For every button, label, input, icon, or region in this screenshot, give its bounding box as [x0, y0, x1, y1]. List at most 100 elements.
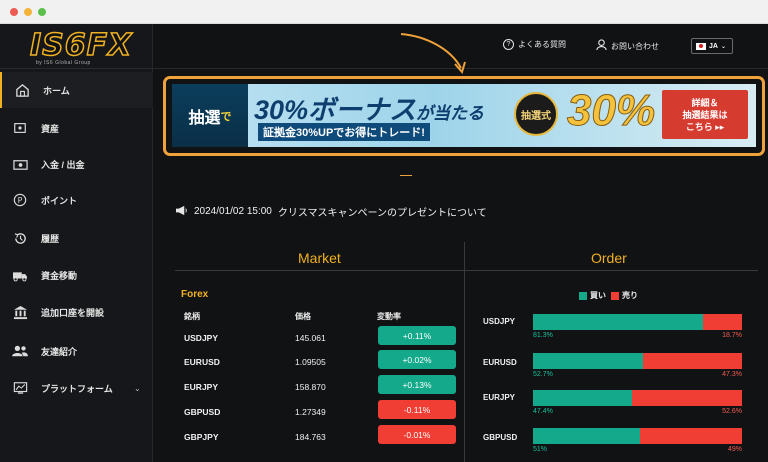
sidebar-item-history[interactable]: 履歴	[0, 220, 153, 256]
sidebar-item-label: プラットフォーム	[41, 383, 113, 394]
banner-subline: 証拠金30%UPでお得にトレード!	[258, 123, 430, 141]
sidebar-item-label: 追加口座を開設	[41, 307, 105, 318]
order-row[interactable]: EURUSD 52.7% 47.3%	[465, 353, 768, 387]
news-date: 2024/01/02 15:00	[194, 206, 272, 217]
wallet-icon	[12, 120, 28, 136]
minimize-window-icon[interactable]	[24, 8, 32, 16]
sidebar-item-fund-transfer[interactable]: 資金移動	[0, 257, 153, 293]
banner-button-line2: 抽選結果は	[682, 109, 728, 120]
sidebar-item-label: 履歴	[41, 233, 60, 244]
change-badge: -0.01%	[378, 425, 456, 444]
table-row[interactable]: EURJPY 158.870 +0.13%	[175, 375, 460, 398]
banner-headline-tail: が当たる	[416, 104, 485, 123]
sidebar: IS6FX by IS6 Global Group ホーム 資産 入金 / 出金…	[0, 24, 153, 462]
change-badge: +0.11%	[378, 326, 456, 345]
buy-legend-swatch	[579, 291, 587, 300]
megaphone-icon	[175, 205, 188, 219]
language-select[interactable]: JA ⌄	[691, 38, 733, 54]
history-icon	[12, 230, 28, 246]
banner-big-number: 30%	[566, 86, 656, 136]
buy-percent: 51%	[533, 446, 548, 453]
banner-badge: 抽選式	[514, 92, 558, 136]
sidebar-item-points[interactable]: P ポイント	[0, 182, 153, 218]
row-pair: EURJPY	[184, 382, 219, 392]
logo[interactable]: IS6FX by IS6 Global Group	[0, 24, 153, 69]
sidebar-item-label: ホーム	[43, 85, 70, 96]
points-icon: P	[12, 192, 28, 208]
col-header-price: 価格	[295, 312, 311, 321]
table-row[interactable]: EURUSD 1.09505 +0.02%	[175, 350, 460, 373]
table-row[interactable]: GBPJPY 184.763 -0.01%	[175, 425, 460, 448]
buy-percent: 52.7%	[533, 371, 553, 378]
contact-label: お問い合わせ	[611, 41, 659, 51]
order-row[interactable]: USDJPY 81.3% 18.7%	[465, 314, 768, 348]
sell-percent: 49%	[727, 446, 742, 453]
order-pair: GBPUSD	[483, 433, 518, 442]
banner-lottery-tag: 抽選で	[172, 84, 248, 147]
banner-button-line3: こちら ▸▸	[685, 121, 725, 132]
buy-percent: 47.4%	[533, 408, 553, 415]
market-title: Market	[298, 250, 341, 266]
banner-headline-rest: ボーナス	[308, 95, 417, 125]
app-root: IS6FX by IS6 Global Group ホーム 資産 入金 / 出金…	[0, 24, 768, 462]
contact-link[interactable]: お問い合わせ	[596, 39, 659, 53]
change-badge: +0.02%	[378, 350, 456, 369]
sidebar-item-assets[interactable]: 資産	[0, 110, 153, 146]
friends-icon	[12, 343, 28, 359]
row-pair: GBPJPY	[184, 432, 219, 442]
buy-ratio-fill	[533, 428, 640, 444]
row-price: 184.763	[295, 432, 326, 442]
banner-button-line1: 詳細＆	[691, 97, 719, 108]
sidebar-item-label: 資金移動	[41, 270, 78, 281]
row-price: 1.09505	[295, 357, 326, 367]
headset-icon	[596, 39, 607, 53]
order-ratio-bar	[533, 353, 742, 369]
order-pair: EURJPY	[483, 393, 516, 402]
sidebar-item-label: 資産	[41, 123, 60, 134]
buy-percent: 81.3%	[533, 332, 553, 339]
buy-ratio-fill	[533, 314, 703, 330]
order-row[interactable]: GBPUSD 51% 49%	[465, 428, 768, 462]
sidebar-item-home[interactable]: ホーム	[0, 72, 153, 108]
cash-icon	[12, 156, 28, 172]
chevron-down-icon: ⌄	[720, 43, 726, 50]
order-pair: EURUSD	[483, 358, 517, 367]
row-pair: EURUSD	[184, 357, 220, 367]
bank-icon	[12, 304, 28, 320]
sidebar-item-deposit-withdraw[interactable]: 入金 / 出金	[0, 146, 153, 182]
order-legend: 買い 売り	[579, 290, 638, 301]
maximize-window-icon[interactable]	[38, 8, 46, 16]
chevron-down-icon[interactable]: ⌄	[134, 384, 141, 393]
carousel-indicator[interactable]	[400, 175, 412, 176]
sell-percent: 52.6%	[722, 408, 742, 415]
change-badge: +0.13%	[378, 375, 456, 394]
table-row[interactable]: GBPUSD 1.27349 -0.11%	[175, 400, 460, 423]
col-header-change: 変動率	[377, 312, 401, 321]
sell-percent: 47.3%	[722, 371, 742, 378]
browser-chrome	[0, 0, 768, 24]
japan-flag-icon	[696, 42, 706, 50]
sidebar-item-referral[interactable]: 友達紹介	[0, 333, 153, 369]
banner-lottery-suffix: で	[220, 110, 232, 123]
order-divider	[465, 270, 758, 271]
banner-details-button[interactable]: 詳細＆ 抽選結果は こちら ▸▸	[662, 90, 748, 139]
buy-ratio-fill	[533, 353, 644, 369]
news-item[interactable]: 2024/01/02 15:00 クリスマスキャンペーンのプレゼントについて	[175, 204, 487, 219]
order-row[interactable]: EURJPY 47.4% 52.6%	[465, 390, 768, 424]
sidebar-item-platform[interactable]: プラットフォーム ⌄	[0, 370, 153, 406]
home-icon	[14, 82, 30, 98]
order-ratio-bar	[533, 314, 742, 330]
change-badge: -0.11%	[378, 400, 456, 419]
sidebar-item-open-account[interactable]: 追加口座を開設	[0, 294, 153, 330]
faq-link[interactable]: ? よくある質問	[503, 39, 566, 50]
table-row[interactable]: USDJPY 145.061 +0.11%	[175, 326, 460, 349]
close-window-icon[interactable]	[10, 8, 18, 16]
col-header-pair: 銘柄	[184, 312, 200, 321]
monitor-icon	[12, 380, 28, 396]
buy-legend-label: 買い	[590, 291, 606, 300]
order-pair: USDJPY	[483, 317, 516, 326]
promo-banner[interactable]: 抽選で 30%ボーナスが当たる 証拠金30%UPでお得にトレード! 抽選式 30…	[172, 84, 756, 147]
question-icon: ?	[503, 39, 514, 50]
order-ratio-bar	[533, 390, 742, 406]
sidebar-item-label: 友達紹介	[41, 346, 78, 357]
